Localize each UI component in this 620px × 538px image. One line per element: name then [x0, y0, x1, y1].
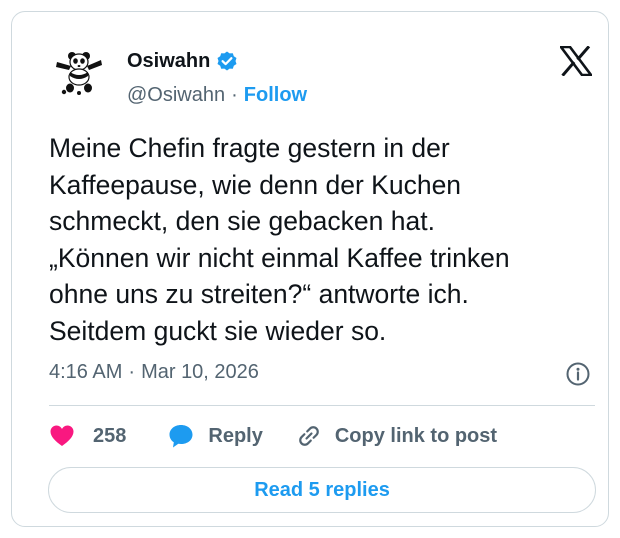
follow-button[interactable]: Follow [244, 84, 307, 107]
like-count: 258 [93, 424, 127, 447]
heart-icon [50, 425, 74, 446]
tweet-text-line: Meine Chefin fragte gestern in der [49, 133, 450, 163]
tweet-time: 4:16 AM [49, 361, 123, 383]
x-logo-icon[interactable] [560, 46, 592, 76]
tweet-card: Osiwahn @Osiwahn · Follow Meine Chefin f… [11, 11, 609, 527]
copy-link-label: Copy link to post [334, 424, 498, 447]
speech-bubble-icon [169, 425, 193, 448]
tweet-date: Mar 10, 2026 [141, 361, 259, 383]
avatar[interactable] [53, 48, 105, 100]
separator-dot: · [231, 83, 238, 106]
separator-dot: · [128, 361, 136, 383]
tweet-timestamp[interactable]: 4:16 AM · Mar 10, 2026 [49, 361, 259, 384]
like-button[interactable]: 258 [49, 424, 126, 448]
tweet-text-line: schmeckt, den sie gebacken hat. [49, 206, 435, 236]
read-replies-label: Read 5 replies [254, 478, 390, 501]
verified-badge-icon [216, 50, 238, 72]
tweet-text-line: Kaffeepause, wie denn der Kuchen [49, 169, 462, 200]
link-icon [299, 426, 319, 446]
author-handle-row: @Osiwahn · Follow [127, 82, 307, 108]
panda-avatar-icon [56, 52, 102, 95]
tweet-text-line: „Können wir nicht einmal Kaffee trinken [49, 242, 510, 273]
author-name-row: Osiwahn [127, 48, 238, 74]
tweet-text-line: ohne uns zu streiten?“ antworte ich. [49, 279, 469, 309]
read-replies-button[interactable]: Read 5 replies [48, 467, 596, 513]
author-display-name[interactable]: Osiwahn [127, 50, 210, 73]
reply-label: Reply [208, 424, 263, 447]
reply-button[interactable]: Reply [168, 423, 263, 449]
tweet-text: Meine Chefin fragte gestern in der Kaffe… [49, 130, 599, 349]
tweet-text-line: Seitdem guckt sie wieder so. [49, 315, 387, 346]
copy-link-button[interactable]: Copy link to post [295, 422, 497, 450]
author-handle[interactable]: @Osiwahn [127, 84, 225, 107]
info-icon[interactable] [565, 361, 591, 387]
action-bar: 258 Reply Copy link to post [49, 420, 497, 452]
divider [49, 405, 595, 406]
